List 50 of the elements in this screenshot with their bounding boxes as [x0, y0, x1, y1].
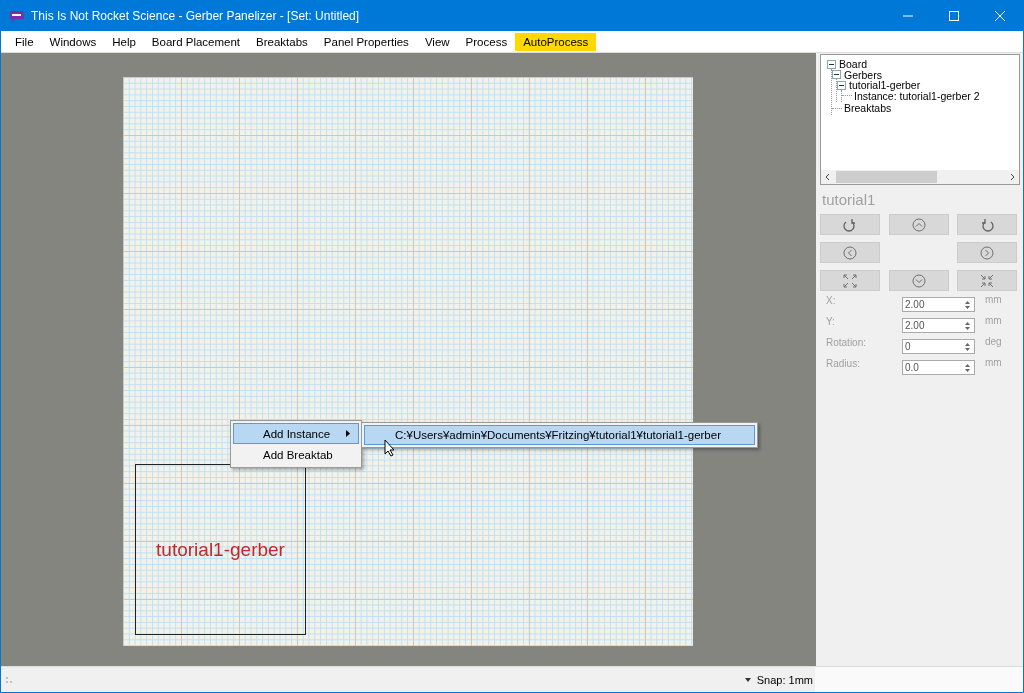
maximize-icon: [949, 11, 959, 21]
tree-item[interactable]: Gerbers: [844, 68, 882, 81]
menu-item[interactable]: Windows: [41, 32, 105, 51]
snap-setting[interactable]: Snap: 1mm: [756, 673, 813, 686]
menu-item[interactable]: View: [416, 32, 458, 51]
collapse-toggle-icon[interactable]: [837, 80, 846, 90]
spinner-arrows-icon[interactable]: [964, 342, 971, 352]
spinner-arrows-icon[interactable]: [964, 363, 971, 373]
window-title: This Is Not Rocket Science - Gerber Panelizer - [Set: Untitled]: [31, 9, 361, 23]
field-label: Rotation:: [826, 336, 868, 348]
menu-item[interactable]: File: [7, 32, 42, 51]
scroll-right-icon[interactable]: [1008, 173, 1016, 181]
rotate-counterclockwise-icon: [980, 217, 994, 232]
cursor-icon: [384, 439, 396, 457]
move-button[interactable]: [820, 214, 880, 235]
unit-label: mm: [985, 315, 1002, 326]
menu-item[interactable]: AutoProcess: [515, 32, 597, 51]
scroll-left-icon[interactable]: [824, 173, 832, 181]
unit-label: deg: [985, 336, 1002, 347]
grip-icon: [6, 676, 12, 683]
menu-item[interactable]: Breaktabs: [248, 32, 316, 51]
horizontal-scrollbar[interactable]: [821, 170, 1019, 184]
app-logo-icon: [9, 9, 25, 23]
field-label: Y:: [826, 315, 836, 327]
menu-item[interactable]: Panel Properties: [315, 32, 417, 51]
submenu-item[interactable]: C:¥Users¥admin¥Documents¥Fritzing¥tutorial1¥tutorial1-gerber: [364, 425, 755, 445]
context-menu-item[interactable]: Add Breaktab: [233, 444, 359, 465]
field-label: Radius:: [826, 357, 861, 369]
field-label: X:: [826, 294, 837, 306]
unit-label: mm: [985, 357, 1002, 368]
close-icon: [995, 11, 1005, 21]
dropdown-caret-icon[interactable]: [744, 677, 751, 682]
rotate-clockwise-icon: [843, 217, 857, 232]
unit-label: mm: [985, 294, 1002, 305]
menu-item[interactable]: Board Placement: [143, 32, 249, 51]
tree-item[interactable]: Board: [839, 58, 868, 71]
tree-item[interactable]: Breaktabs: [844, 102, 892, 115]
expand-icon: [843, 273, 857, 288]
menu-item[interactable]: Help: [104, 32, 144, 51]
context-menu-item[interactable]: Add Instance: [233, 423, 359, 444]
spinner-arrows-icon[interactable]: [964, 300, 971, 310]
shrink-icon: [980, 273, 994, 288]
board-label: tutorial1-gerber: [156, 538, 285, 561]
tree-item[interactable]: tutorial1-gerber: [849, 79, 921, 92]
menu-item[interactable]: Process: [457, 32, 516, 51]
collapse-toggle-icon[interactable]: [827, 59, 836, 69]
spinner-arrows-icon[interactable]: [964, 321, 971, 331]
move-button[interactable]: [957, 214, 1017, 235]
collapse-toggle-icon[interactable]: [832, 70, 841, 80]
instance-title: tutorial1: [822, 191, 877, 208]
